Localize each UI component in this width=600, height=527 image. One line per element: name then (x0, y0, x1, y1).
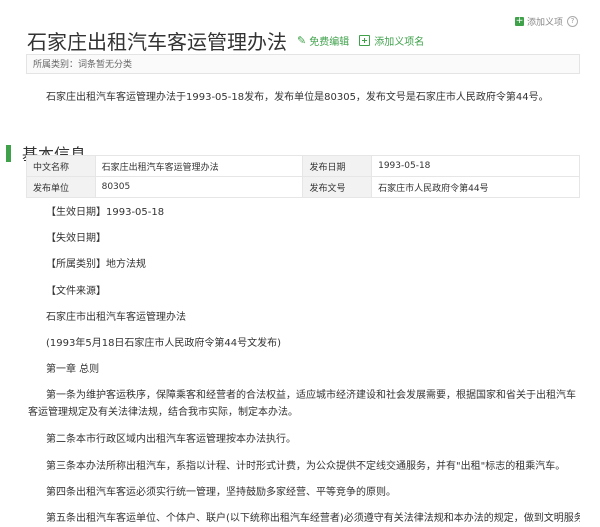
section-marker (6, 144, 11, 162)
effective-date: 【生效日期】1993-05-18 (46, 207, 165, 218)
info-value: 石家庄市人民政府令第44号 (371, 176, 580, 198)
info-label: 中文名称 (26, 155, 96, 177)
add-item-top-link[interactable]: 添加义项 (527, 15, 563, 28)
page-title: 石家庄出租汽车客运管理办法 (27, 30, 287, 54)
article-4: 第四条出租汽车客运必须实行统一管理，坚持鼓励多家经营、平等竞争的原则。 (46, 487, 396, 498)
category-box: 所属类别：词条暂无分类 (26, 54, 580, 74)
info-label: 发布日期 (302, 155, 373, 177)
info-label: 发布文号 (302, 176, 373, 198)
article-2: 第二条本市行政区域内出租汽车客运管理按本办法执行。 (46, 434, 296, 445)
info-value: 80305 (94, 176, 304, 198)
table-row: 中文名称 石家庄出租汽车客运管理办法 发布日期 1993-05-18 (26, 155, 580, 177)
article-5: 第五条出租汽车客运单位、个体户、联户(以下统称出租汽车经营者)必须遵守有关法律法… (46, 513, 580, 524)
article-1: 第一条为维护客运秩序，保障乘客和经营者的合法权益，适应城市经济建设和社会发展需要… (28, 390, 576, 418)
title-row: 石家庄出租汽车客运管理办法 ✎ 免费编辑 添加义项名 (27, 26, 424, 55)
plus-icon[interactable]: + (514, 17, 524, 26)
add-item-button[interactable]: 添加义项名 (359, 33, 424, 48)
pencil-icon: ✎ (297, 34, 307, 47)
add-item-label: 添加义项名 (374, 37, 425, 48)
article-3: 第三条本办法所称出租汽车，系指以计程、计时形式计费，为公众提供不定线交通服务，并… (46, 461, 566, 472)
doc-title: 石家庄市出租汽车客运管理办法 (46, 312, 186, 323)
chapter-heading: 第一章 总则 (46, 364, 100, 375)
doc-source: 【文件来源】 (46, 286, 106, 297)
summary-text: 石家庄出租汽车客运管理办法于1993-05-18发布，发布单位是80305，发布… (46, 92, 549, 103)
info-table: 中文名称 石家庄出租汽车客运管理办法 发布日期 1993-05-18 发布单位 … (26, 155, 580, 198)
top-links: + 添加义项 ? (514, 15, 578, 28)
help-icon[interactable]: ? (567, 16, 578, 27)
info-value: 石家庄出租汽车客运管理办法 (94, 155, 304, 177)
info-label: 发布单位 (26, 176, 96, 198)
add-icon (359, 35, 371, 46)
table-row: 发布单位 80305 发布文号 石家庄市人民政府令第44号 (26, 176, 580, 198)
edit-button[interactable]: ✎ 免费编辑 (297, 33, 349, 48)
law-category: 【所属类别】地方法规 (46, 259, 146, 270)
expiry-date: 【失效日期】 (46, 233, 106, 244)
info-value: 1993-05-18 (371, 155, 580, 177)
issued-note: (1993年5月18日石家庄市人民政府令第44号文发布) (46, 338, 282, 349)
edit-label: 免费编辑 (309, 37, 350, 48)
